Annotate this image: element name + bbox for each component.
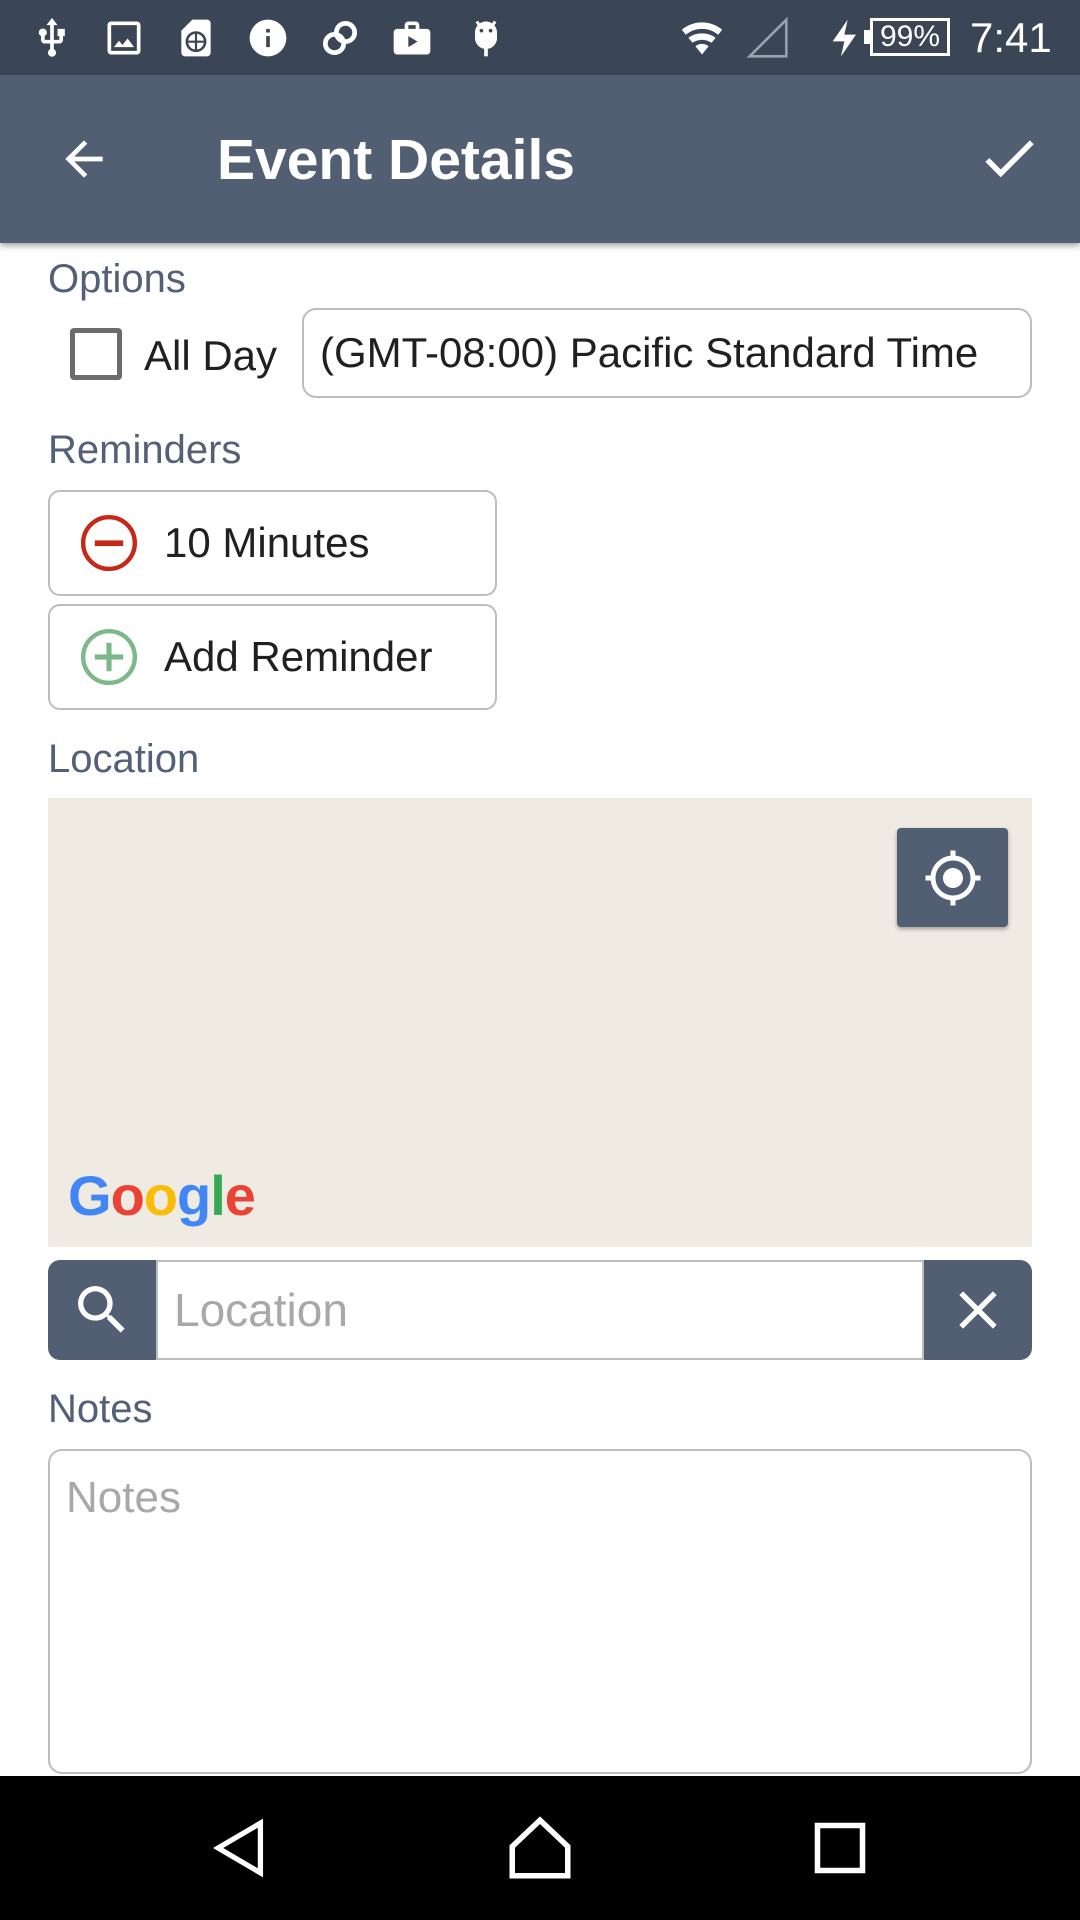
check-icon xyxy=(985,140,1034,178)
arrow-back-icon xyxy=(65,140,103,178)
timezone-select[interactable]: (GMT-08:00) Pacific Standard Time xyxy=(302,308,1032,398)
location-search-button[interactable] xyxy=(48,1260,156,1360)
my-location-icon xyxy=(925,850,980,905)
confirm-button[interactable] xyxy=(966,115,1052,201)
signal-icon xyxy=(740,14,796,62)
add-reminder-label: Add Reminder xyxy=(164,633,433,680)
charging-icon xyxy=(826,14,866,62)
app-bar: Event Details xyxy=(0,75,1080,243)
android-icon xyxy=(462,14,510,62)
navigation-bar xyxy=(0,1776,1080,1920)
options-label: Options xyxy=(48,257,186,301)
sim-card-icon xyxy=(172,14,220,62)
clock: 7:41 xyxy=(970,14,1052,61)
page-title: Event Details xyxy=(217,128,575,192)
nav-back-button[interactable] xyxy=(190,1798,290,1898)
wifi-icon xyxy=(674,14,730,62)
usb-icon xyxy=(28,14,76,62)
info-icon xyxy=(244,14,292,62)
back-button[interactable] xyxy=(44,119,124,199)
status-bar: 99% 7:41 xyxy=(0,0,1080,75)
reminder-item[interactable]: 10 Minutes xyxy=(48,490,497,596)
notes-field[interactable] xyxy=(48,1449,1032,1774)
all-day-label: All Day xyxy=(144,332,278,379)
briefcase-icon xyxy=(388,14,436,62)
recents-icon xyxy=(814,1822,866,1874)
home-icon xyxy=(509,1816,571,1879)
all-day-checkbox[interactable] xyxy=(70,328,122,380)
my-location-button[interactable] xyxy=(897,828,1008,927)
google-logo: Google xyxy=(68,1164,256,1227)
remove-circle-icon[interactable] xyxy=(78,512,140,574)
add-reminder-button[interactable]: Add Reminder xyxy=(48,604,497,710)
notes-label: Notes xyxy=(48,1387,153,1431)
location-search-bar xyxy=(48,1260,1032,1360)
battery-level: 99% xyxy=(879,20,941,53)
location-label: Location xyxy=(48,737,200,781)
reminder-label: 10 Minutes xyxy=(164,519,370,566)
back-triangle-icon xyxy=(212,1818,264,1878)
image-icon xyxy=(100,14,148,62)
battery-icon: 99% xyxy=(870,18,950,56)
sync-icon xyxy=(316,14,364,62)
reminders-label: Reminders xyxy=(48,428,242,472)
search-icon xyxy=(78,1286,125,1333)
clear-location-button[interactable] xyxy=(924,1260,1032,1360)
close-icon xyxy=(959,1291,997,1329)
nav-home-button[interactable] xyxy=(490,1798,590,1898)
nav-recents-button[interactable] xyxy=(790,1798,890,1898)
location-input[interactable] xyxy=(156,1260,924,1360)
add-circle-icon xyxy=(80,628,138,686)
